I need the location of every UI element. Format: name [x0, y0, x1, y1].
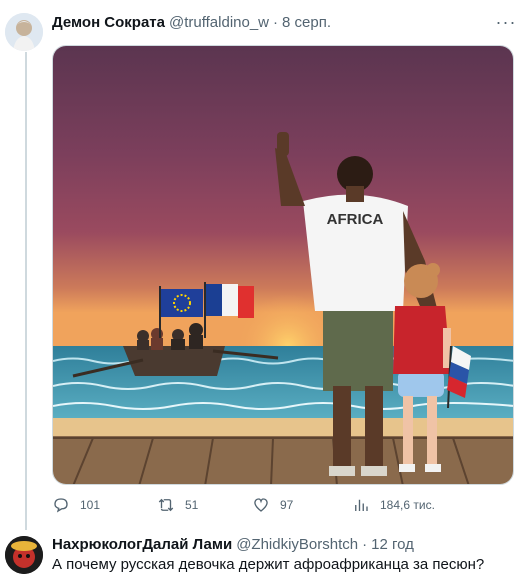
timestamp[interactable]: 8 серп.	[282, 14, 331, 31]
thread-line	[25, 52, 27, 530]
views-icon	[355, 499, 368, 511]
reply-avatar[interactable]	[5, 536, 43, 574]
tweet-image[interactable]: AFRICA	[52, 45, 514, 485]
tweet-header: Демон Сократа @truffaldino_w · 8 серп.	[52, 14, 331, 31]
retweet-count: 51	[185, 498, 199, 512]
retweet-button[interactable]: 51	[157, 496, 198, 514]
more-icon[interactable]: ···	[494, 12, 518, 32]
tweet-actions: 101 51 97 184,6 тис.	[52, 496, 472, 518]
handle[interactable]: @truffaldino_w	[169, 14, 269, 31]
display-name[interactable]: Демон Сократа	[52, 14, 165, 31]
reply-timestamp[interactable]: 12 год	[371, 536, 414, 553]
retweet-icon	[158, 498, 174, 512]
shirt-text: AFRICA	[327, 211, 384, 228]
reply-count: 101	[80, 498, 101, 512]
reply-text: А почему русская девочка держит афроафри…	[52, 556, 485, 573]
reply-display-name[interactable]: НахрюкологДалай Лами	[52, 536, 232, 553]
reply-header: НахрюкологДалай Лами @ZhidkiyBorshtch · …	[52, 536, 414, 553]
reply-handle[interactable]: @ZhidkiyBorshtch	[236, 536, 358, 553]
reply-separator: ·	[362, 536, 368, 553]
reply-button[interactable]: 101	[52, 496, 100, 514]
avatar[interactable]	[5, 13, 43, 51]
like-button[interactable]: 97	[252, 496, 293, 514]
views-count: 184,6 тис.	[380, 498, 435, 512]
separator: ·	[273, 14, 279, 31]
like-count: 97	[280, 498, 294, 512]
like-icon	[254, 498, 268, 512]
reply-icon	[54, 498, 68, 513]
views-button[interactable]: 184,6 тис.	[352, 496, 435, 514]
